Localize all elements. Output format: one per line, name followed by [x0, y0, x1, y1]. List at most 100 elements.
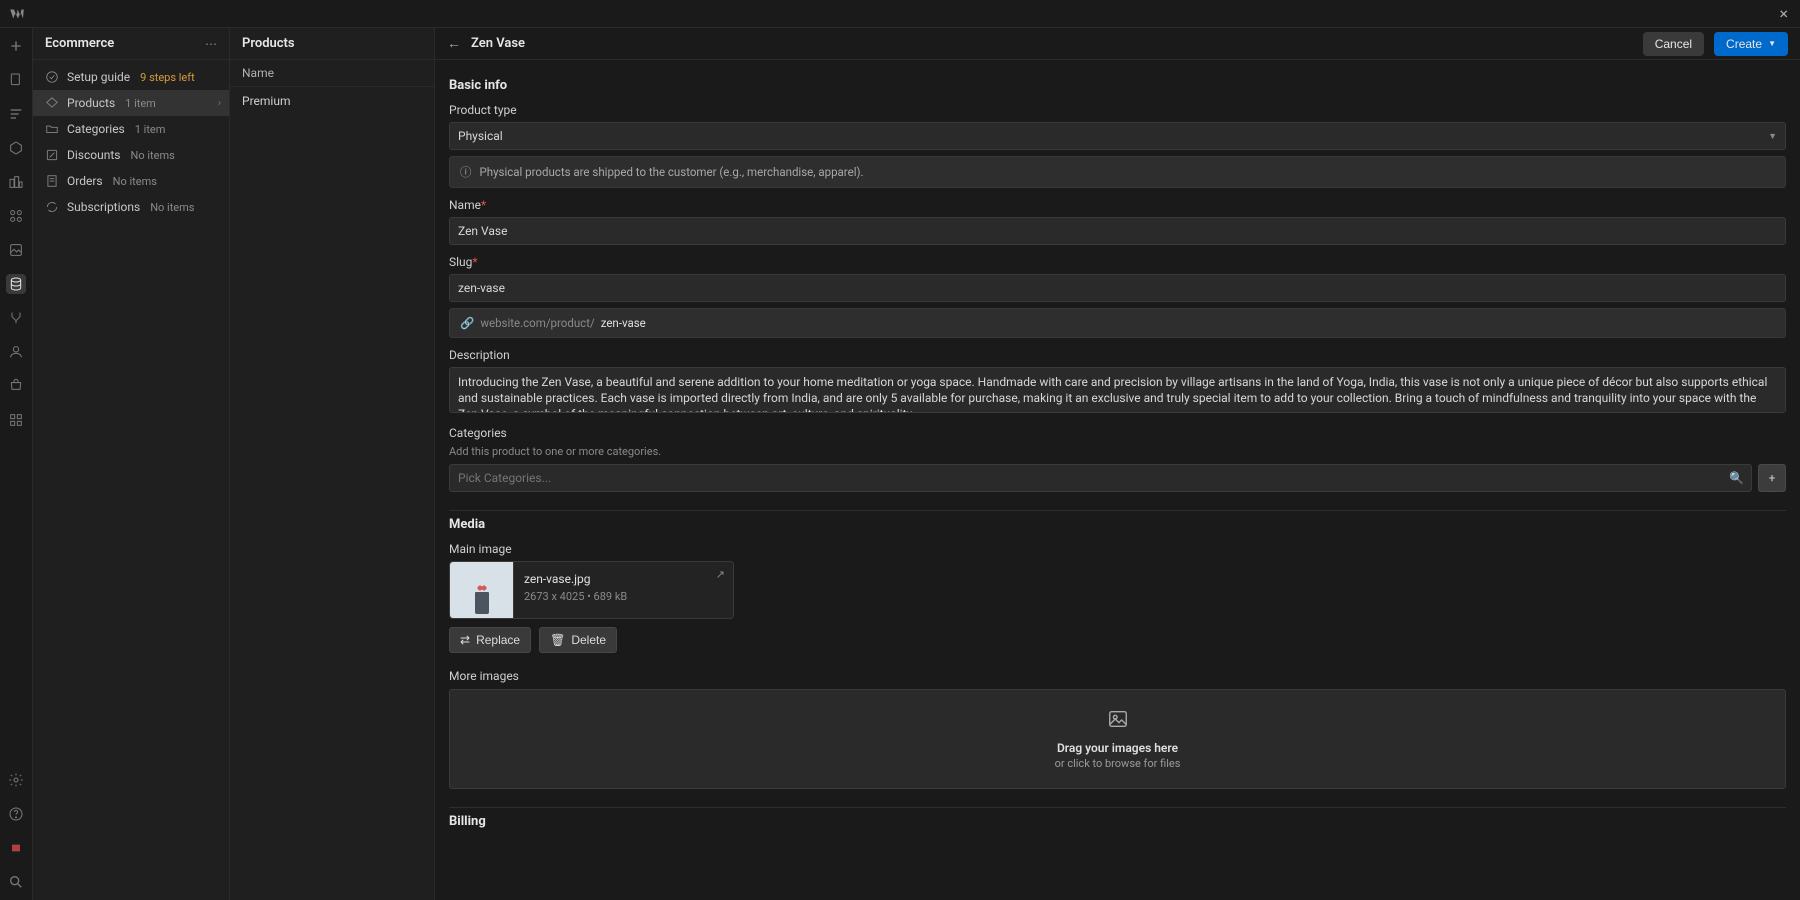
- slug-label: Slug*: [449, 255, 1786, 269]
- sidebar-item-label: Products: [67, 96, 115, 110]
- product-type-label: Product type: [449, 103, 1786, 117]
- chevron-down-icon: ▼: [1768, 39, 1776, 48]
- products-column: Products Name Premium: [230, 28, 435, 900]
- navigator-icon[interactable]: [6, 104, 26, 124]
- dropzone-main-text: Drag your images here: [450, 741, 1785, 755]
- main-image-label: Main image: [449, 542, 1786, 556]
- folder-icon: [45, 122, 59, 136]
- chevron-right-icon: ›: [218, 98, 221, 109]
- section-basic-info-title: Basic info: [449, 78, 1786, 93]
- sidebar-item-label: Orders: [67, 174, 103, 188]
- ecommerce-panel: Ecommerce ⋯ Setup guide 9 steps left Pro…: [33, 28, 230, 900]
- add-icon[interactable]: [6, 36, 26, 56]
- slug-input[interactable]: [449, 274, 1786, 302]
- editor-title: Zen Vase: [471, 36, 525, 51]
- categories-sublabel: Add this product to one or more categori…: [449, 445, 1786, 458]
- sidebar-item-label: Setup guide: [67, 70, 130, 84]
- products-name-header: Name: [230, 60, 434, 87]
- more-images-label: More images: [449, 669, 1786, 683]
- sidebar-item-label: Subscriptions: [67, 200, 140, 214]
- product-row[interactable]: Premium: [230, 87, 434, 115]
- sidebar-item-meta: No items: [113, 175, 157, 188]
- replace-label: Replace: [476, 633, 520, 647]
- cms-icon[interactable]: [6, 274, 26, 294]
- trash-icon: 🗑: [550, 633, 565, 647]
- more-images-dropzone[interactable]: Drag your images here or click to browse…: [449, 689, 1786, 789]
- sidebar-item-setup-guide[interactable]: Setup guide 9 steps left: [33, 64, 229, 90]
- categories-label: Categories: [449, 426, 1786, 440]
- cancel-button[interactable]: Cancel: [1643, 32, 1704, 56]
- video-icon[interactable]: [6, 838, 26, 858]
- create-button[interactable]: Create ▼: [1714, 32, 1788, 56]
- product-type-select[interactable]: Physical ▼: [449, 122, 1786, 150]
- sidebar-item-meta: 1 item: [135, 123, 166, 136]
- sidebar-item-label: Discounts: [67, 148, 120, 162]
- description-textarea[interactable]: [449, 367, 1786, 413]
- sidebar-item-orders[interactable]: Orders No items: [33, 168, 229, 194]
- link-icon: 🔗: [460, 316, 474, 330]
- plus-icon: +: [1769, 471, 1776, 485]
- product-type-value: Physical: [458, 129, 503, 143]
- main-image-card: ↗ zen-vase.jpg 2673 x 4025 • 689 kB: [449, 561, 734, 619]
- panel-more-icon[interactable]: ⋯: [205, 37, 217, 51]
- replace-image-button[interactable]: ⇄ Replace: [449, 627, 531, 653]
- logic-icon[interactable]: [6, 308, 26, 328]
- main-image-meta: 2673 x 4025 • 689 kB: [524, 590, 723, 603]
- components-icon[interactable]: [6, 138, 26, 158]
- product-type-helper-text: Physical products are shipped to the cus…: [480, 165, 864, 179]
- sidebar-item-meta: 9 steps left: [140, 71, 195, 84]
- slug-url-value: zen-vase: [601, 316, 646, 330]
- check-circle-icon: [45, 70, 59, 84]
- refresh-icon: [45, 200, 59, 214]
- chevron-down-icon: ▼: [1768, 131, 1777, 142]
- variables-icon[interactable]: [6, 172, 26, 192]
- sidebar-item-discounts[interactable]: Discounts No items: [33, 142, 229, 168]
- slug-url-base: website.com/product/: [480, 316, 594, 330]
- titlebar: ×: [0, 0, 1800, 28]
- description-label: Description: [449, 348, 1786, 362]
- users-icon[interactable]: [6, 342, 26, 362]
- product-editor: ← Zen Vase Cancel Create ▼ Basic info Pr…: [435, 28, 1800, 900]
- product-type-helper: ⓘ Physical products are shipped to the c…: [449, 156, 1786, 188]
- styles-icon[interactable]: [6, 206, 26, 226]
- panel-title: Ecommerce: [45, 36, 114, 51]
- sidebar-item-categories[interactable]: Categories 1 item: [33, 116, 229, 142]
- sidebar-item-products[interactable]: Products 1 item ›: [33, 90, 229, 116]
- ecommerce-icon[interactable]: [6, 376, 26, 396]
- percent-icon: [45, 148, 59, 162]
- sidebar-item-meta: No items: [150, 201, 194, 214]
- apps-icon[interactable]: [6, 410, 26, 430]
- search-icon[interactable]: [6, 872, 26, 892]
- sidebar-item-meta: No items: [130, 149, 174, 162]
- back-arrow-icon[interactable]: ←: [447, 35, 461, 52]
- help-icon[interactable]: [6, 804, 26, 824]
- receipt-icon: [45, 174, 59, 188]
- info-icon: ⓘ: [460, 164, 472, 180]
- swap-icon: ⇄: [460, 633, 470, 647]
- sidebar-item-label: Categories: [67, 122, 125, 136]
- products-title: Products: [230, 28, 434, 60]
- add-category-button[interactable]: +: [1758, 464, 1786, 492]
- dropzone-sub-text: or click to browse for files: [450, 757, 1785, 770]
- categories-search-input[interactable]: [449, 464, 1752, 492]
- window-close-icon[interactable]: ×: [1775, 4, 1792, 23]
- tag-icon: [45, 96, 59, 110]
- assets-icon[interactable]: [6, 240, 26, 260]
- delete-image-button[interactable]: 🗑 Delete: [539, 627, 617, 653]
- slug-url-preview: 🔗 website.com/product/zen-vase: [449, 308, 1786, 338]
- sidebar-item-subscriptions[interactable]: Subscriptions No items: [33, 194, 229, 220]
- settings-icon[interactable]: [6, 770, 26, 790]
- sidebar-item-meta: 1 item: [125, 97, 156, 110]
- tool-rail: [0, 28, 33, 900]
- name-input[interactable]: [449, 217, 1786, 245]
- search-icon: 🔍: [1729, 471, 1744, 485]
- section-billing-title: Billing: [449, 814, 1786, 829]
- image-icon: [450, 708, 1785, 735]
- create-button-label: Create: [1726, 37, 1762, 51]
- section-media-title: Media: [449, 517, 1786, 532]
- expand-icon[interactable]: ↗: [716, 568, 725, 581]
- delete-label: Delete: [571, 633, 606, 647]
- app-logo-icon: [8, 5, 26, 23]
- name-label: Name*: [449, 198, 1786, 212]
- pages-icon[interactable]: [6, 70, 26, 90]
